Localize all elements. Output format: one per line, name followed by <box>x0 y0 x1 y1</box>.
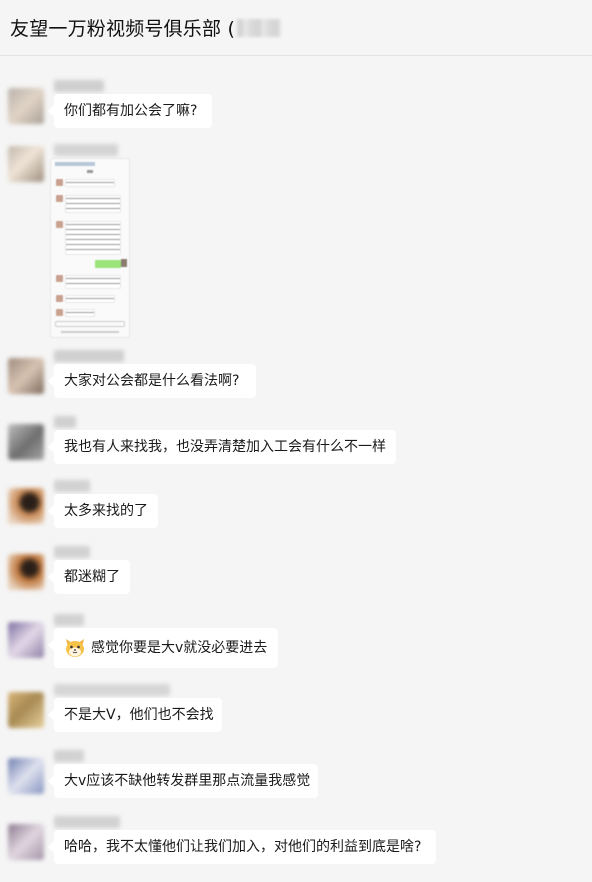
chat-title: 友望一万粉视频号俱乐部 ( <box>10 18 236 40</box>
message-bubble[interactable]: 感觉你要是大v就没必要进去 <box>48 628 278 668</box>
sender-name-redacted <box>54 144 118 156</box>
shared-screenshot-image[interactable] <box>50 158 130 338</box>
avatar[interactable] <box>8 88 44 124</box>
chat-message: 都迷糊了 <box>8 546 588 606</box>
message-bubble[interactable]: 我也有人来找我，也没弄清楚加入工会有什么不一样 <box>48 430 396 464</box>
avatar[interactable] <box>8 358 44 394</box>
message-text: 感觉你要是大v就没必要进去 <box>91 640 268 656</box>
redacted-member-count <box>237 18 282 37</box>
message-bubble[interactable]: 都迷糊了 <box>48 560 130 594</box>
chat-message-image <box>8 142 588 342</box>
chat-message: 哈哈，我不太懂他们让我们加入，对他们的利益到底是啥? <box>8 816 588 876</box>
avatar[interactable] <box>8 692 44 728</box>
sender-name-redacted <box>54 750 84 762</box>
avatar[interactable] <box>8 758 44 794</box>
chat-message: 不是大V，他们也不会找 <box>8 684 588 744</box>
chat-message: 太多来找的了 <box>8 480 588 540</box>
chat-message: 大v应该不缺他转发群里那点流量我感觉 <box>8 750 588 810</box>
sender-name-redacted <box>54 614 84 626</box>
message-bubble[interactable]: 太多来找的了 <box>48 494 158 528</box>
chat-message: 你们都有加公会了嘛? <box>8 80 588 140</box>
avatar[interactable] <box>8 554 44 590</box>
message-bubble[interactable]: 哈哈，我不太懂他们让我们加入，对他们的利益到底是啥? <box>48 830 436 864</box>
sender-name-redacted <box>54 816 120 828</box>
message-bubble[interactable]: 大家对公会都是什么看法啊? <box>48 364 256 398</box>
message-bubble[interactable]: 不是大V，他们也不会找 <box>48 698 222 732</box>
sender-name-redacted <box>54 350 124 362</box>
sender-name-redacted <box>54 416 76 428</box>
avatar[interactable] <box>8 424 44 460</box>
avatar[interactable] <box>8 146 44 182</box>
sender-name-redacted <box>54 546 90 558</box>
chat-message: 我也有人来找我，也没弄清楚加入工会有什么不一样 <box>8 416 588 476</box>
avatar[interactable] <box>8 824 44 860</box>
cat-face-emoji-icon <box>66 638 84 657</box>
sender-name-redacted <box>54 480 90 492</box>
message-bubble[interactable]: 你们都有加公会了嘛? <box>48 94 212 128</box>
sender-name-redacted <box>54 80 104 92</box>
sender-name-redacted <box>54 684 170 696</box>
avatar[interactable] <box>8 622 44 658</box>
chat-header: 友望一万粉视频号俱乐部 ( <box>0 0 592 56</box>
chat-message: 感觉你要是大v就没必要进去 <box>8 614 588 678</box>
avatar[interactable] <box>8 488 44 524</box>
chat-message: 大家对公会都是什么看法啊? <box>8 350 588 410</box>
message-bubble[interactable]: 大v应该不缺他转发群里那点流量我感觉 <box>48 764 318 798</box>
